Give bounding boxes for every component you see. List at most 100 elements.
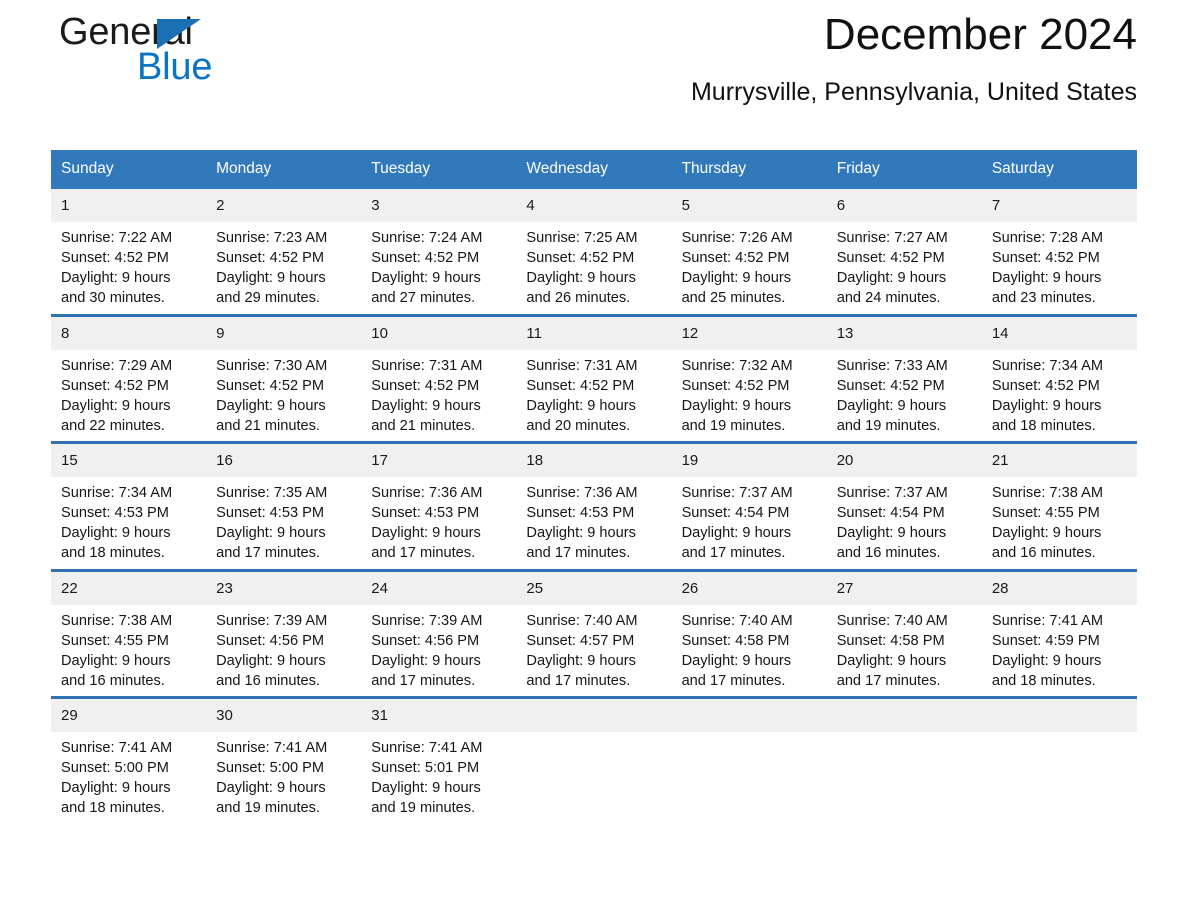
day-number[interactable]: 22 bbox=[51, 568, 207, 605]
daylight-text-line2: and 19 minutes. bbox=[681, 417, 786, 434]
day-cell[interactable]: Sunrise: 7:36 AM Sunset: 4:53 PM Dayligh… bbox=[516, 477, 672, 570]
day-number[interactable]: 16 bbox=[206, 441, 362, 477]
day-cell[interactable]: Sunrise: 7:38 AM Sunset: 4:55 PM Dayligh… bbox=[981, 477, 1137, 570]
day-number[interactable]: 2 bbox=[206, 189, 362, 222]
day-number[interactable]: 6 bbox=[826, 189, 982, 222]
day-cell[interactable]: Sunrise: 7:26 AM Sunset: 4:52 PM Dayligh… bbox=[671, 222, 827, 315]
weekday-header-monday: Monday bbox=[206, 150, 362, 189]
day-number-empty bbox=[981, 696, 1137, 732]
daylight-text-line2: and 19 minutes. bbox=[216, 800, 320, 816]
sunset-text: Sunset: 4:52 PM bbox=[836, 250, 945, 266]
day-number[interactable]: 9 bbox=[206, 313, 362, 350]
daylight-text-line2: and 17 minutes. bbox=[526, 672, 631, 689]
day-cell[interactable]: Sunrise: 7:40 AM Sunset: 4:57 PM Dayligh… bbox=[516, 604, 672, 698]
day-cell[interactable]: Sunrise: 7:40 AM Sunset: 4:58 PM Dayligh… bbox=[826, 604, 982, 698]
day-cell[interactable]: Sunrise: 7:33 AM Sunset: 4:52 PM Dayligh… bbox=[826, 349, 982, 443]
daylight-text-line1: Daylight: 9 hours bbox=[216, 270, 326, 286]
sunrise-text: Sunrise: 7:22 AM bbox=[61, 230, 173, 246]
day-number[interactable]: 5 bbox=[671, 189, 827, 222]
day-cell[interactable]: Sunrise: 7:36 AM Sunset: 4:53 PM Dayligh… bbox=[361, 477, 517, 570]
daylight-text-line1: Daylight: 9 hours bbox=[61, 780, 171, 796]
day-cell[interactable]: Sunrise: 7:29 AM Sunset: 4:52 PM Dayligh… bbox=[51, 349, 207, 443]
day-number[interactable]: 17 bbox=[361, 441, 517, 477]
day-number[interactable]: 26 bbox=[671, 568, 827, 605]
sunrise-text: Sunrise: 7:34 AM bbox=[991, 357, 1103, 374]
day-number[interactable]: 27 bbox=[826, 568, 982, 605]
day-cell[interactable]: Sunrise: 7:24 AM Sunset: 4:52 PM Dayligh… bbox=[361, 222, 517, 315]
day-cell[interactable]: Sunrise: 7:37 AM Sunset: 4:54 PM Dayligh… bbox=[826, 477, 982, 570]
day-cell[interactable]: Sunrise: 7:31 AM Sunset: 4:52 PM Dayligh… bbox=[516, 349, 672, 443]
day-cell[interactable]: Sunrise: 7:38 AM Sunset: 4:55 PM Dayligh… bbox=[51, 604, 207, 698]
day-cell[interactable]: Sunrise: 7:30 AM Sunset: 4:52 PM Dayligh… bbox=[206, 349, 362, 443]
title-block: December 2024 Murrysville, Pennsylvania,… bbox=[377, 0, 1137, 108]
day-number[interactable]: 13 bbox=[826, 313, 982, 350]
week-row-daynumbers: 29 30 31 bbox=[51, 696, 1137, 732]
sunrise-text: Sunrise: 7:39 AM bbox=[216, 612, 328, 629]
daylight-text-line1: Daylight: 9 hours bbox=[836, 270, 947, 286]
day-cell[interactable]: Sunrise: 7:41 AM Sunset: 5:01 PM Dayligh… bbox=[361, 732, 517, 825]
sunset-text: Sunset: 4:52 PM bbox=[836, 377, 945, 394]
daylight-text-line1: Daylight: 9 hours bbox=[836, 525, 947, 541]
day-cell[interactable]: Sunrise: 7:39 AM Sunset: 4:56 PM Dayligh… bbox=[361, 604, 517, 698]
day-cell[interactable]: Sunrise: 7:31 AM Sunset: 4:52 PM Dayligh… bbox=[361, 349, 517, 443]
day-cell[interactable]: Sunrise: 7:41 AM Sunset: 5:00 PM Dayligh… bbox=[51, 732, 207, 825]
daylight-text-line2: and 22 minutes. bbox=[61, 417, 165, 434]
day-number[interactable]: 15 bbox=[51, 441, 207, 477]
day-number[interactable]: 19 bbox=[671, 441, 827, 477]
day-cell[interactable]: Sunrise: 7:34 AM Sunset: 4:52 PM Dayligh… bbox=[981, 349, 1137, 443]
day-cell[interactable]: Sunrise: 7:32 AM Sunset: 4:52 PM Dayligh… bbox=[671, 349, 827, 443]
day-number[interactable]: 29 bbox=[51, 696, 207, 732]
daylight-text-line1: Daylight: 9 hours bbox=[526, 525, 636, 541]
day-number[interactable]: 25 bbox=[516, 568, 672, 605]
day-number[interactable]: 14 bbox=[981, 313, 1137, 350]
day-cell[interactable]: Sunrise: 7:41 AM Sunset: 4:59 PM Dayligh… bbox=[981, 604, 1137, 698]
day-cell[interactable]: Sunrise: 7:39 AM Sunset: 4:56 PM Dayligh… bbox=[206, 604, 362, 698]
day-number[interactable]: 8 bbox=[51, 313, 207, 350]
day-cell[interactable]: Sunrise: 7:40 AM Sunset: 4:58 PM Dayligh… bbox=[671, 604, 827, 698]
day-cell[interactable]: Sunrise: 7:35 AM Sunset: 4:53 PM Dayligh… bbox=[206, 477, 362, 570]
day-number[interactable]: 24 bbox=[361, 568, 517, 605]
day-number[interactable]: 18 bbox=[516, 441, 672, 477]
day-number[interactable]: 3 bbox=[361, 189, 517, 222]
day-cell[interactable]: Sunrise: 7:34 AM Sunset: 4:53 PM Dayligh… bbox=[51, 477, 207, 570]
day-cell[interactable]: Sunrise: 7:27 AM Sunset: 4:52 PM Dayligh… bbox=[826, 222, 982, 315]
day-number[interactable]: 10 bbox=[361, 313, 517, 350]
day-number[interactable]: 20 bbox=[826, 441, 982, 477]
weekday-header-wednesday: Wednesday bbox=[516, 150, 672, 189]
day-cell[interactable]: Sunrise: 7:28 AM Sunset: 4:52 PM Dayligh… bbox=[981, 222, 1137, 315]
weekday-header-tuesday: Tuesday bbox=[361, 150, 517, 189]
day-number[interactable]: 28 bbox=[981, 568, 1137, 605]
day-number[interactable]: 23 bbox=[206, 568, 362, 605]
sunrise-text: Sunrise: 7:36 AM bbox=[526, 485, 638, 501]
sunrise-text: Sunrise: 7:41 AM bbox=[216, 740, 328, 756]
day-number[interactable]: 1 bbox=[51, 189, 207, 222]
day-cell[interactable]: Sunrise: 7:22 AM Sunset: 4:52 PM Dayligh… bbox=[51, 222, 207, 315]
sunset-text: Sunset: 4:53 PM bbox=[526, 505, 635, 521]
sunset-text: Sunset: 4:52 PM bbox=[61, 250, 169, 266]
calendar-body: 1 2 3 4 5 6 7 Sunrise: 7:22 AM Sunset: 4… bbox=[51, 189, 1137, 825]
daylight-text-line2: and 18 minutes. bbox=[991, 417, 1096, 434]
sunset-text: Sunset: 4:54 PM bbox=[836, 505, 945, 521]
day-cell[interactable]: Sunrise: 7:23 AM Sunset: 4:52 PM Dayligh… bbox=[206, 222, 362, 315]
sunset-text: Sunset: 4:53 PM bbox=[216, 505, 325, 521]
day-number[interactable]: 30 bbox=[206, 696, 362, 732]
day-cell[interactable]: Sunrise: 7:37 AM Sunset: 4:54 PM Dayligh… bbox=[671, 477, 827, 570]
day-number[interactable]: 31 bbox=[361, 696, 517, 732]
sunset-text: Sunset: 4:53 PM bbox=[61, 505, 169, 521]
daylight-text-line1: Daylight: 9 hours bbox=[216, 525, 326, 541]
day-number[interactable]: 21 bbox=[981, 441, 1137, 477]
sunrise-text: Sunrise: 7:26 AM bbox=[681, 230, 793, 246]
day-cell[interactable]: Sunrise: 7:41 AM Sunset: 5:00 PM Dayligh… bbox=[206, 732, 362, 825]
day-number[interactable]: 11 bbox=[516, 313, 672, 350]
sunrise-text: Sunrise: 7:29 AM bbox=[61, 357, 173, 374]
day-cell[interactable]: Sunrise: 7:25 AM Sunset: 4:52 PM Dayligh… bbox=[516, 222, 672, 315]
day-number[interactable]: 7 bbox=[981, 189, 1137, 222]
daylight-text-line1: Daylight: 9 hours bbox=[991, 525, 1102, 541]
sunrise-text: Sunrise: 7:40 AM bbox=[836, 612, 948, 629]
sunrise-text: Sunrise: 7:25 AM bbox=[526, 230, 638, 246]
daylight-text-line2: and 24 minutes. bbox=[836, 290, 941, 306]
week-row-details: Sunrise: 7:34 AM Sunset: 4:53 PM Dayligh… bbox=[51, 477, 1137, 570]
weekday-header-row: Sunday Monday Tuesday Wednesday Thursday… bbox=[51, 150, 1137, 189]
day-number[interactable]: 12 bbox=[671, 313, 827, 350]
day-number[interactable]: 4 bbox=[516, 189, 672, 222]
